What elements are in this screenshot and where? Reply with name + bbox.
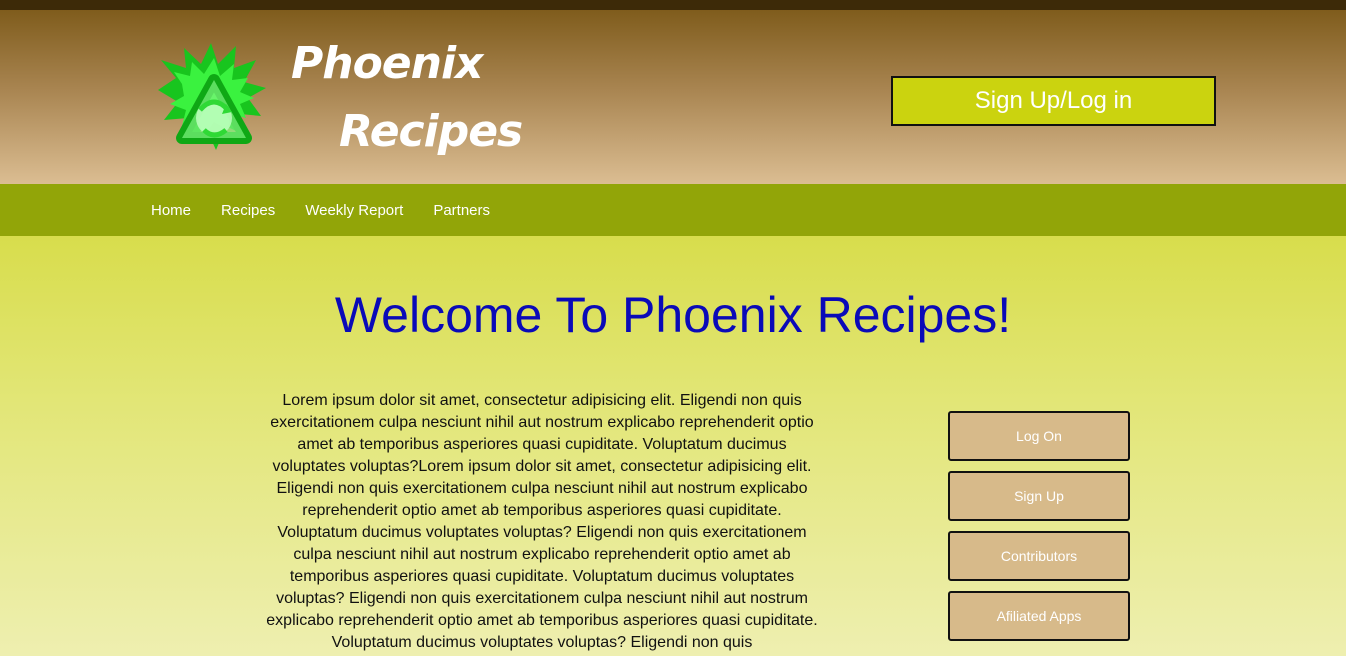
- contributors-button[interactable]: Contributors: [948, 531, 1130, 581]
- nav-item-partners[interactable]: Partners: [433, 202, 490, 219]
- log-on-button[interactable]: Log On: [948, 411, 1130, 461]
- main-content: Welcome To Phoenix Recipes! Lorem ipsum …: [0, 236, 1346, 656]
- affiliated-apps-button[interactable]: Afiliated Apps: [948, 591, 1130, 641]
- signup-login-button[interactable]: Sign Up/Log in: [891, 76, 1216, 126]
- nav-item-recipes[interactable]: Recipes: [221, 202, 275, 219]
- page-title: Welcome To Phoenix Recipes!: [334, 287, 1012, 343]
- brand-name-line1: Phoenix: [291, 38, 483, 89]
- nav-item-home[interactable]: Home: [151, 202, 191, 219]
- intro-paragraph: Lorem ipsum dolor sit amet, consectetur …: [266, 392, 818, 651]
- sidebar-menu: Log On Sign Up Contributors Afiliated Ap…: [948, 411, 1130, 651]
- top-strip: [0, 0, 1346, 10]
- site-header: Phoenix Recipes Sign Up/Log in: [0, 10, 1346, 184]
- nav-item-weekly-report[interactable]: Weekly Report: [305, 202, 403, 219]
- brand-name-line2: Recipes: [339, 106, 523, 157]
- main-nav: Home Recipes Weekly Report Partners: [0, 184, 1346, 236]
- sign-up-button[interactable]: Sign Up: [948, 471, 1130, 521]
- phoenix-recycle-logo-icon[interactable]: [156, 38, 272, 168]
